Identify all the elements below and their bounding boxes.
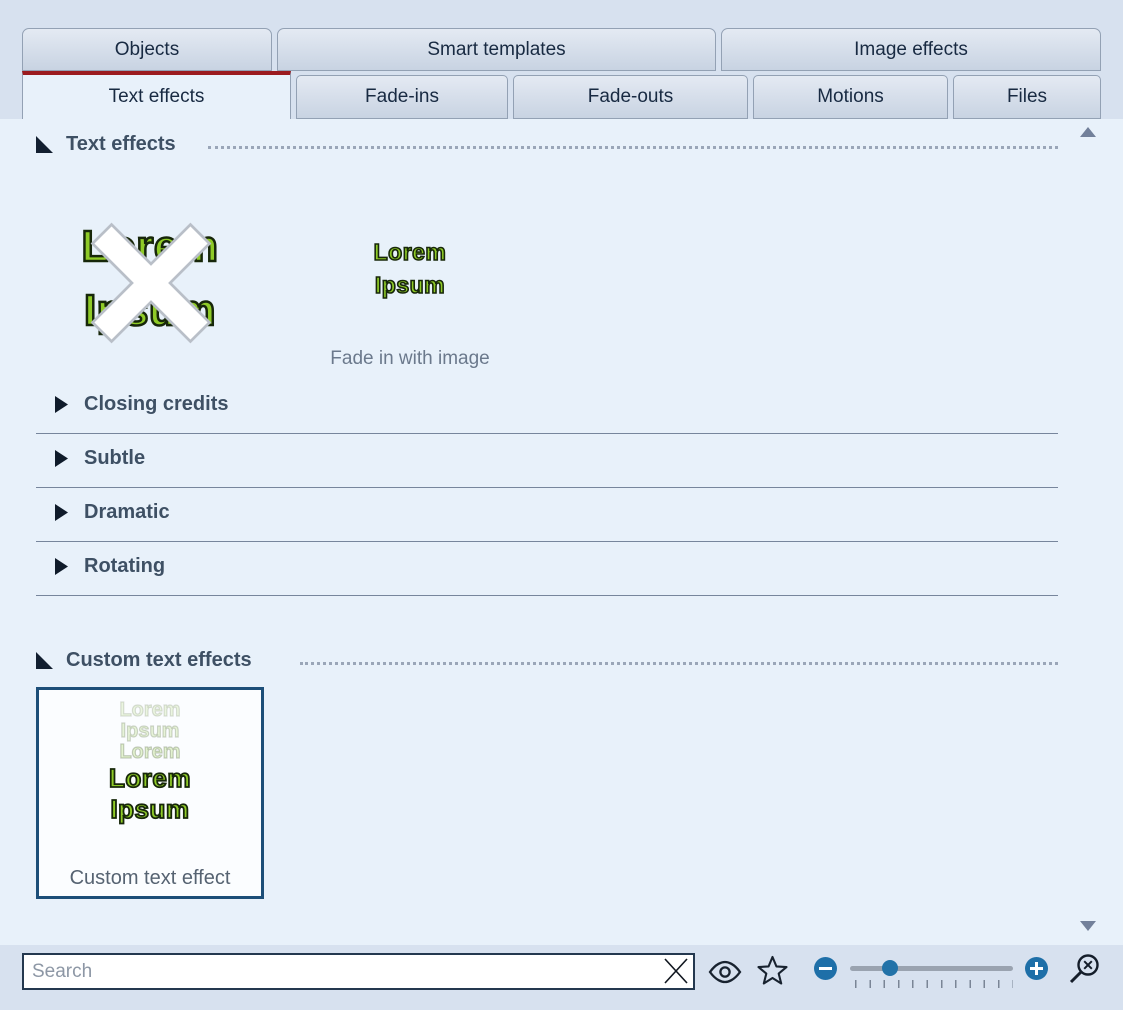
tab-text-effects[interactable]: Text effects bbox=[22, 71, 291, 119]
tab-fade-outs-label: Fade-outs bbox=[588, 86, 674, 108]
tab-smart-templates-label: Smart templates bbox=[427, 39, 565, 61]
slider-tick-marks bbox=[855, 980, 1013, 988]
expander-expanded-icon bbox=[36, 136, 53, 153]
tab-files-label: Files bbox=[1007, 86, 1047, 108]
section-divider bbox=[36, 433, 1058, 434]
section-divider bbox=[36, 487, 1058, 488]
section-header-dramatic[interactable]: Dramatic bbox=[55, 501, 170, 524]
tab-fade-outs[interactable]: Fade-outs bbox=[513, 75, 748, 119]
visibility-eye-icon[interactable] bbox=[708, 959, 742, 985]
section-header-subtle[interactable]: Subtle bbox=[55, 447, 145, 470]
section-header-rotating[interactable]: Rotating bbox=[55, 555, 165, 578]
tab-objects-label: Objects bbox=[115, 39, 179, 61]
thumb-caption: Fade in with image bbox=[290, 348, 530, 370]
big-x-cross-icon bbox=[83, 215, 219, 351]
expander-collapsed-icon bbox=[55, 504, 68, 521]
thumb-no-text-effect[interactable]: Lorem Ipsum bbox=[55, 215, 245, 365]
lorem-preview: Lorem Ipsum bbox=[109, 763, 191, 825]
thumb-custom-text-effect[interactable]: Lorem Ipsum Lorem Lorem Ipsum Custom tex… bbox=[36, 687, 264, 899]
lorem-ghost: Ipsum bbox=[121, 721, 180, 742]
tab-files[interactable]: Files bbox=[953, 75, 1101, 119]
clear-search-icon[interactable] bbox=[661, 956, 691, 986]
search-input[interactable] bbox=[22, 953, 695, 990]
section-title: Subtle bbox=[84, 447, 145, 470]
expander-collapsed-icon bbox=[55, 450, 68, 467]
thumb-caption: Custom text effect bbox=[39, 867, 261, 890]
tab-objects[interactable]: Objects bbox=[22, 28, 272, 71]
effects-panel: Objects Smart templates Image effects Te… bbox=[0, 0, 1123, 1010]
expander-collapsed-icon bbox=[55, 558, 68, 575]
section-header-text-effects[interactable]: Text effects bbox=[36, 133, 176, 156]
tab-image-effects[interactable]: Image effects bbox=[721, 28, 1101, 71]
favorites-star-icon[interactable] bbox=[756, 954, 789, 987]
thumbnail-size-slider[interactable] bbox=[850, 966, 1013, 971]
section-title: Dramatic bbox=[84, 501, 170, 524]
tab-fade-ins-label: Fade-ins bbox=[365, 86, 439, 108]
lorem-ghost: Lorem bbox=[119, 742, 180, 763]
section-title: Closing credits bbox=[84, 393, 228, 416]
section-title: Custom text effects bbox=[66, 649, 252, 672]
tab-motions[interactable]: Motions bbox=[753, 75, 948, 119]
dotted-leader bbox=[300, 662, 1058, 665]
expander-expanded-icon bbox=[36, 652, 53, 669]
zoom-reset-magnifier-x-icon[interactable] bbox=[1066, 951, 1104, 989]
section-divider bbox=[36, 541, 1058, 542]
tab-smart-templates[interactable]: Smart templates bbox=[277, 28, 716, 71]
expander-collapsed-icon bbox=[55, 396, 68, 413]
dotted-leader bbox=[208, 146, 1058, 149]
scrollbar-down-arrow-icon[interactable] bbox=[1080, 921, 1096, 931]
tab-image-effects-label: Image effects bbox=[854, 39, 968, 61]
zoom-in-plus-icon[interactable] bbox=[1025, 957, 1048, 980]
section-title: Text effects bbox=[66, 133, 176, 156]
tab-text-effects-label: Text effects bbox=[109, 86, 205, 108]
section-title: Rotating bbox=[84, 555, 165, 578]
slider-thumb[interactable] bbox=[882, 960, 898, 976]
zoom-out-minus-icon[interactable] bbox=[814, 957, 837, 980]
tab-motions-label: Motions bbox=[817, 86, 884, 108]
scrollbar-up-arrow-icon[interactable] bbox=[1080, 127, 1096, 137]
tab-fade-ins[interactable]: Fade-ins bbox=[296, 75, 508, 119]
lorem-preview: Lorem Ipsum bbox=[330, 236, 490, 302]
lorem-ghost: Lorem bbox=[119, 700, 180, 721]
thumb-fade-in-with-image[interactable]: Lorem Ipsum Fade in with image bbox=[330, 236, 490, 376]
section-header-custom-text-effects[interactable]: Custom text effects bbox=[36, 649, 252, 672]
section-divider bbox=[36, 595, 1058, 596]
section-header-closing-credits[interactable]: Closing credits bbox=[55, 393, 228, 416]
